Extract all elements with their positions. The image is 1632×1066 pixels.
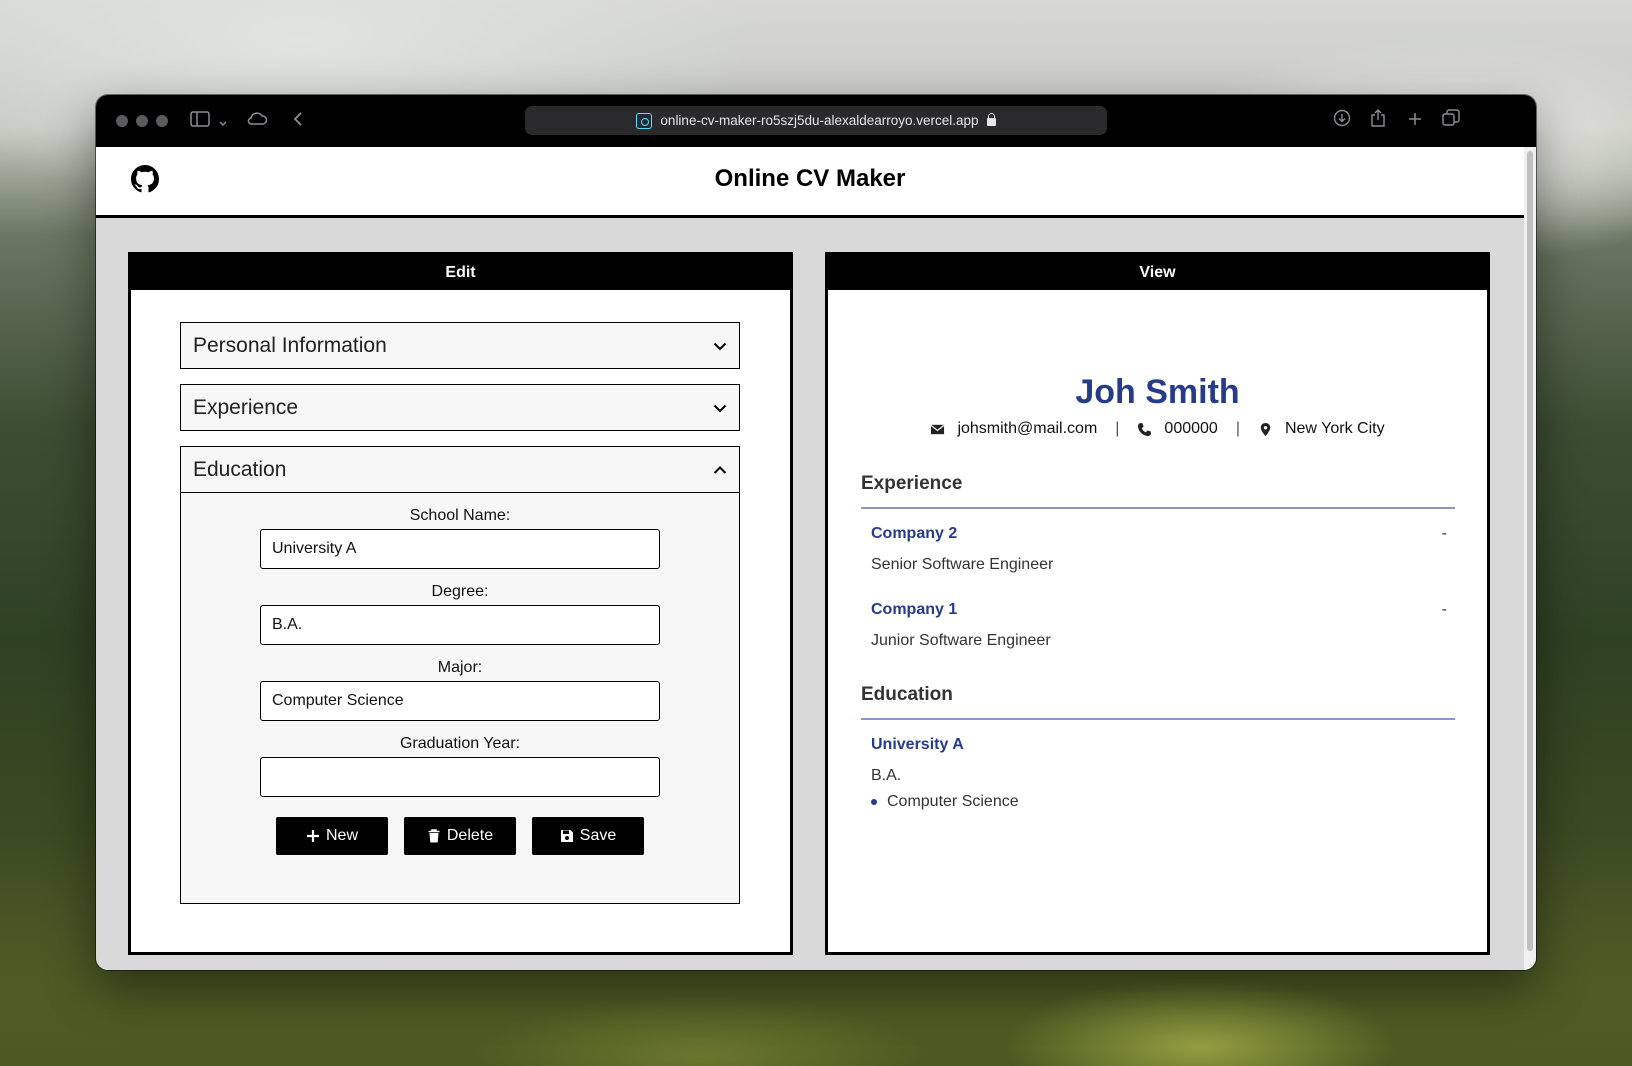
cv-education-heading: Education: [861, 684, 1455, 720]
accordion-header[interactable]: Personal Information: [181, 323, 739, 368]
chevron-down-icon[interactable]: [218, 111, 228, 135]
accordion-label: Education: [193, 457, 287, 481]
cv-experience-heading: Experience: [861, 473, 1455, 509]
cv-education-school: University A: [871, 736, 964, 753]
page-scrollbar[interactable]: [1524, 147, 1536, 970]
cv-education-degree: B.A.: [871, 767, 902, 784]
school-name-label: School Name:: [409, 507, 511, 524]
degree-input[interactable]: [260, 605, 660, 645]
school-name-input[interactable]: [260, 529, 660, 569]
cv-contact-line: johsmith@mail.com | 000000 | New York Ci…: [828, 420, 1487, 438]
map-pin-icon: [1260, 422, 1271, 436]
cv-education-major-text: Computer Science: [887, 793, 1019, 810]
cv-experience-position: Senior Software Engineer: [871, 556, 1054, 573]
graduation-year-input[interactable]: [260, 757, 660, 797]
cv-experience-dates: -: [1441, 525, 1447, 542]
new-button[interactable]: New: [276, 817, 388, 855]
accordion-experience[interactable]: Experience: [180, 384, 740, 431]
contact-separator: |: [1235, 420, 1240, 437]
edit-panel: Edit Personal Information Experience Edu…: [128, 252, 793, 955]
save-button-label: Save: [579, 827, 617, 844]
trash-icon: [428, 829, 440, 843]
phone-icon: [1138, 422, 1152, 436]
site-favicon-icon: [636, 112, 653, 129]
accordion-header[interactable]: Experience: [181, 385, 739, 430]
page-title: Online CV Maker: [714, 165, 906, 192]
cv-experience-position: Junior Software Engineer: [871, 632, 1051, 649]
zoom-window-button[interactable]: [156, 115, 168, 127]
browser-toolbar: online-cv-maker-ro5szj5du-alexaldearroyo…: [96, 95, 1536, 147]
cv-experience-company: Company 1: [871, 601, 958, 618]
app-header: Online CV Maker: [96, 147, 1524, 218]
plus-icon: [306, 830, 319, 842]
accordion-header[interactable]: Education: [181, 447, 739, 492]
tab-overview-icon[interactable]: [1442, 109, 1460, 133]
delete-button-label: Delete: [446, 827, 494, 844]
new-tab-icon[interactable]: [1407, 109, 1423, 133]
delete-button[interactable]: Delete: [404, 817, 516, 855]
address-bar[interactable]: online-cv-maker-ro5szj5du-alexaldearroyo…: [525, 106, 1107, 135]
scrollbar-thumb[interactable]: [1527, 151, 1533, 951]
accordion-label: Personal Information: [193, 333, 387, 357]
cv-education-major: Computer Science: [871, 793, 1019, 811]
cv-name: Joh Smith: [1075, 373, 1240, 411]
cv-phone: 000000: [1164, 420, 1218, 437]
cv-location: New York City: [1284, 420, 1385, 437]
education-form: School Name: Degree: Major: Graduation Y…: [181, 492, 739, 855]
browser-window: online-cv-maker-ro5szj5du-alexaldearroyo…: [96, 95, 1536, 970]
envelope-icon: [930, 424, 945, 434]
bullet-icon: [871, 799, 877, 805]
window-controls[interactable]: [116, 115, 168, 127]
new-button-label: New: [325, 827, 358, 844]
graduation-year-label: Graduation Year:: [399, 735, 521, 752]
major-input[interactable]: [260, 681, 660, 721]
chevron-down-icon: [713, 404, 727, 412]
contact-separator: |: [1115, 420, 1120, 437]
back-icon[interactable]: [292, 109, 304, 133]
save-button[interactable]: Save: [532, 817, 644, 855]
floppy-disk-icon: [560, 830, 573, 842]
address-bar-url: online-cv-maker-ro5szj5du-alexaldearroyo…: [660, 113, 979, 128]
sidebar-toggle-icon[interactable]: [190, 109, 210, 133]
chevron-up-icon: [713, 465, 727, 474]
download-icon[interactable]: [1333, 109, 1351, 133]
close-window-button[interactable]: [116, 115, 128, 127]
edit-panel-header: Edit: [131, 255, 790, 290]
page-viewport: Online CV Maker Edit Personal Informatio…: [96, 147, 1524, 970]
share-icon[interactable]: [1370, 109, 1386, 133]
accordion-education: Education School Name: Degree: Major: Gr…: [180, 446, 740, 904]
accordion-personal-information[interactable]: Personal Information: [180, 322, 740, 369]
accordion-label: Experience: [193, 395, 299, 419]
cv-email: johsmith@mail.com: [957, 420, 1098, 437]
minimize-window-button[interactable]: [136, 115, 148, 127]
major-label: Major:: [437, 659, 483, 676]
lock-icon: [986, 113, 996, 126]
form-actions: New Delete Save: [181, 817, 739, 855]
degree-label: Degree:: [431, 583, 489, 600]
view-panel-header: View: [828, 255, 1487, 290]
cv-experience-dates: -: [1441, 601, 1447, 618]
cv-experience-company: Company 2: [871, 525, 958, 542]
view-panel: View Joh Smith johsmith@mail.com | 00000…: [825, 252, 1490, 955]
icloud-icon[interactable]: [246, 109, 268, 133]
chevron-down-icon: [713, 342, 727, 350]
